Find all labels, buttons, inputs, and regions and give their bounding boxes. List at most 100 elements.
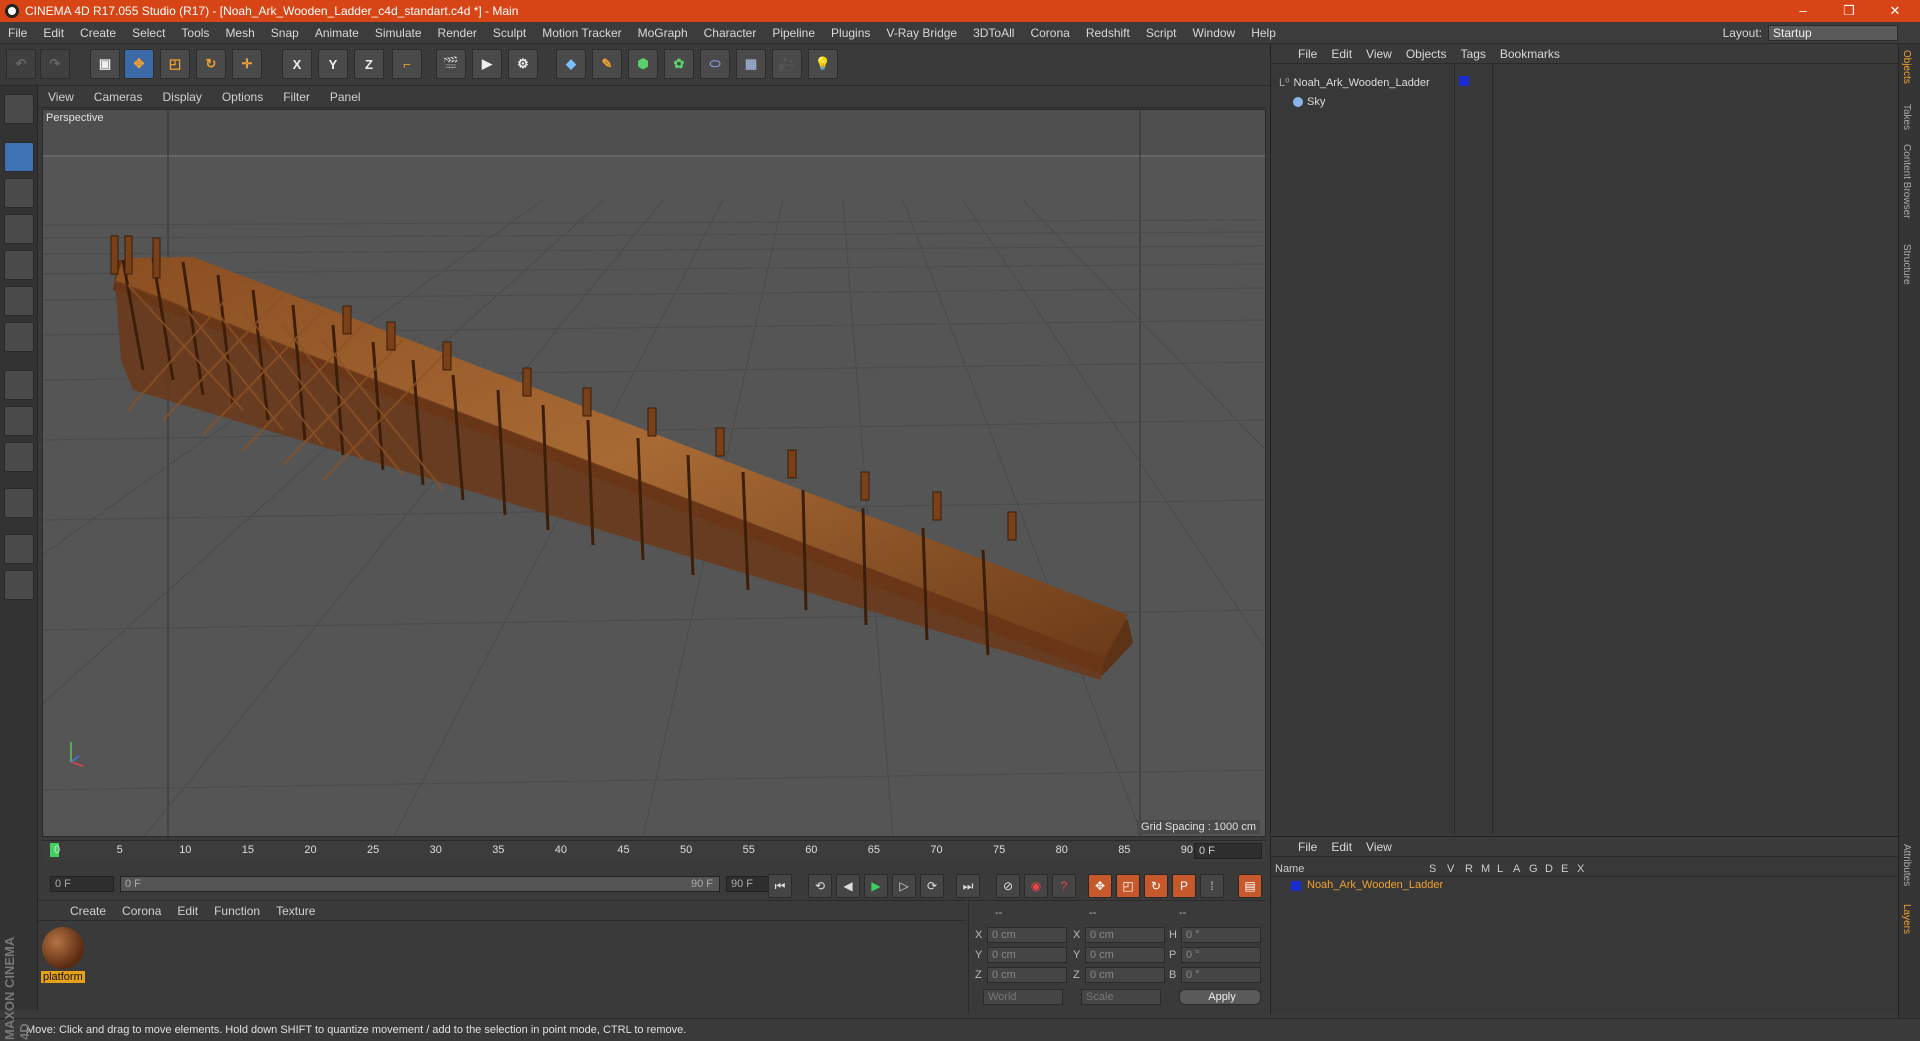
go-to-start-icon[interactable]: ⏮ (768, 874, 792, 898)
tab-content-browser[interactable]: Content Browser (1901, 144, 1912, 218)
undo-icon[interactable]: ↶ (6, 49, 36, 79)
render-view-icon[interactable]: 🎬 (436, 49, 466, 79)
menu-select[interactable]: Select (124, 26, 173, 40)
viewport-menu-panel[interactable]: Panel (320, 90, 371, 104)
tweak-mode-icon[interactable] (4, 406, 34, 436)
render-picture-viewer-icon[interactable]: ▶ (472, 49, 502, 79)
tab-layers[interactable]: Layers (1901, 904, 1912, 934)
tab-takes[interactable]: Takes (1901, 104, 1912, 130)
workplane-lock-icon[interactable] (4, 534, 34, 564)
material-menu-corona[interactable]: Corona (114, 904, 169, 918)
coordinate-mode-dropdown[interactable]: World (983, 989, 1063, 1005)
object-row-sky[interactable]: Sky (1293, 96, 1325, 108)
object-name[interactable]: Sky (1307, 96, 1325, 108)
layer-column-v[interactable]: V (1447, 863, 1454, 875)
object-row-ladder[interactable]: L⁰ Noah_Ark_Wooden_Ladder (1279, 76, 1430, 89)
timeline-ruler[interactable]: 0 F 051015202530354045505560657075808590 (42, 840, 1266, 862)
key-point-level-icon[interactable]: ⁞ (1200, 874, 1224, 898)
camera-icon[interactable]: 🎥 (772, 49, 802, 79)
layer-column-m[interactable]: M (1481, 863, 1490, 875)
rotation-p-field[interactable]: 0 ° (1181, 947, 1261, 963)
live-selection-icon[interactable]: ▣ (90, 49, 120, 79)
material-menu-create[interactable]: Create (62, 904, 114, 918)
light-icon[interactable]: 💡 (808, 49, 838, 79)
layer-column-a[interactable]: A (1513, 863, 1520, 875)
key-parameter-icon[interactable]: P (1172, 874, 1196, 898)
menu-sculpt[interactable]: Sculpt (485, 26, 534, 40)
texture-mode-icon[interactable] (4, 178, 34, 208)
rotation-h-field[interactable]: 0 ° (1181, 927, 1261, 943)
object-menu-tags[interactable]: Tags (1454, 47, 1493, 61)
next-key-icon[interactable]: ⟳ (920, 874, 944, 898)
layout-dropdown[interactable]: Startup (1768, 25, 1898, 41)
cloner-icon[interactable]: ✿ (664, 49, 694, 79)
make-editable-icon[interactable] (4, 94, 34, 124)
close-button[interactable]: ✕ (1872, 0, 1918, 22)
menu-character[interactable]: Character (696, 26, 765, 40)
menu-mesh[interactable]: Mesh (217, 26, 262, 40)
floor-icon[interactable]: ▦ (736, 49, 766, 79)
layer-column-r[interactable]: R (1465, 863, 1473, 875)
object-menu-view[interactable]: View (1359, 47, 1399, 61)
points-mode-icon[interactable] (4, 250, 34, 280)
coordinate-system-icon[interactable]: ⌐ (392, 49, 422, 79)
menu-snap[interactable]: Snap (263, 26, 307, 40)
menu-help[interactable]: Help (1243, 26, 1284, 40)
position-x-field[interactable]: 0 cm (987, 927, 1067, 943)
position-y-field[interactable]: 0 cm (987, 947, 1067, 963)
subdivision-icon[interactable]: ⬢ (628, 49, 658, 79)
position-z-field[interactable]: 0 cm (987, 967, 1067, 983)
timeline-window-icon[interactable]: ▤ (1238, 874, 1262, 898)
tab-objects[interactable]: Objects (1901, 50, 1912, 84)
apply-button[interactable]: Apply (1179, 989, 1261, 1005)
key-rotation-icon[interactable]: ↻ (1144, 874, 1168, 898)
render-settings-icon[interactable]: ⚙ (508, 49, 538, 79)
material-menu-texture[interactable]: Texture (268, 904, 323, 918)
multi-transform-icon[interactable]: ✛ (232, 49, 262, 79)
layer-column-d[interactable]: D (1545, 863, 1553, 875)
viewport-menu-view[interactable]: View (38, 90, 84, 104)
next-frame-icon[interactable]: ▷ (892, 874, 916, 898)
key-position-icon[interactable]: ✥ (1088, 874, 1112, 898)
menu-3dtoall[interactable]: 3DToAll (965, 26, 1022, 40)
size-mode-dropdown[interactable]: Scale (1081, 989, 1161, 1005)
keyframe-selection-icon[interactable]: ? (1052, 874, 1076, 898)
planar-workplane-icon[interactable] (4, 570, 34, 600)
snap-toggle-icon[interactable] (4, 442, 34, 472)
workplane-mode-icon[interactable] (4, 214, 34, 244)
object-name[interactable]: Noah_Ark_Wooden_Ladder (1294, 77, 1430, 89)
pen-spline-icon[interactable]: ✎ (592, 49, 622, 79)
viewport-menu-cameras[interactable]: Cameras (84, 90, 153, 104)
layer-color-swatch[interactable] (1459, 76, 1469, 86)
tab-structure[interactable]: Structure (1901, 244, 1912, 285)
y-axis-lock-button[interactable]: Y (318, 49, 348, 79)
cube-object-icon[interactable]: ◆ (556, 49, 586, 79)
edges-mode-icon[interactable] (4, 286, 34, 316)
start-frame-field[interactable]: 0 F (50, 876, 114, 892)
layer-column-l[interactable]: L (1497, 863, 1503, 875)
object-menu-edit[interactable]: Edit (1324, 47, 1359, 61)
material-platform-thumbnail[interactable] (42, 927, 84, 969)
layer-column-x[interactable]: X (1577, 863, 1584, 875)
auto-keying-icon[interactable]: ◉ (1024, 874, 1048, 898)
z-axis-lock-button[interactable]: Z (354, 49, 384, 79)
layer-column-e[interactable]: E (1561, 863, 1568, 875)
polygons-mode-icon[interactable] (4, 322, 34, 352)
play-icon[interactable]: ▶ (864, 874, 888, 898)
menu-file[interactable]: File (0, 26, 35, 40)
scale-tool-icon[interactable]: ◰ (160, 49, 190, 79)
menu-create[interactable]: Create (72, 26, 124, 40)
menu-v-ray-bridge[interactable]: V-Ray Bridge (878, 26, 965, 40)
go-to-end-icon[interactable]: ⏭ (956, 874, 980, 898)
deformer-icon[interactable]: ⬭ (700, 49, 730, 79)
material-platform-label[interactable]: platform (41, 971, 85, 983)
menu-plugins[interactable]: Plugins (823, 26, 878, 40)
perspective-viewport[interactable] (42, 109, 1266, 837)
layer-menu-view[interactable]: View (1359, 840, 1399, 854)
magnet-tool-icon[interactable] (4, 488, 34, 518)
key-scale-icon[interactable]: ◰ (1116, 874, 1140, 898)
menu-edit[interactable]: Edit (35, 26, 72, 40)
menu-render[interactable]: Render (430, 26, 485, 40)
viewport-menu-options[interactable]: Options (212, 90, 273, 104)
menu-tools[interactable]: Tools (173, 26, 217, 40)
